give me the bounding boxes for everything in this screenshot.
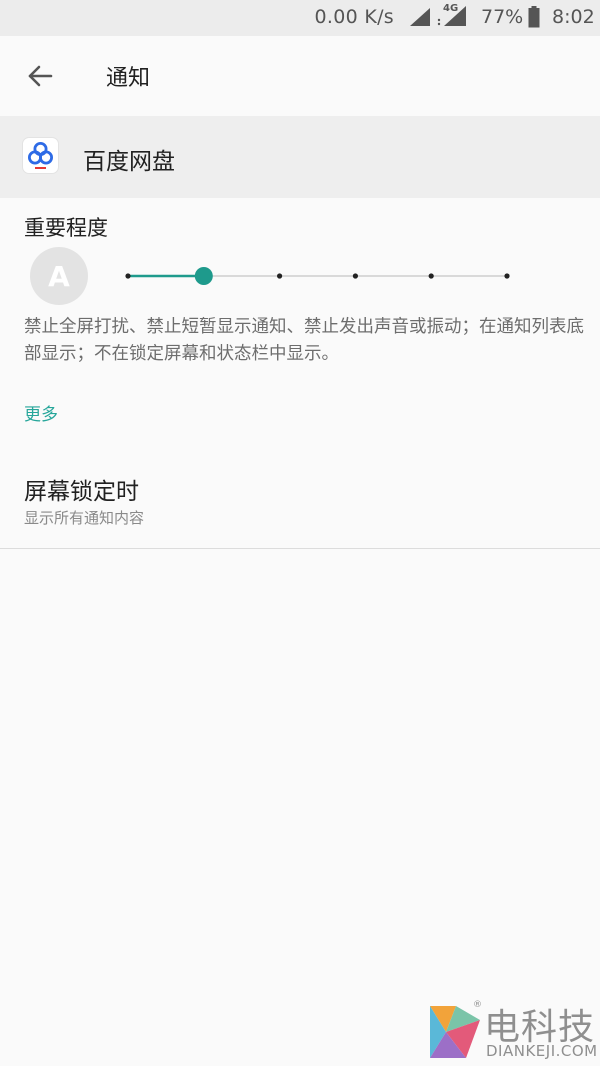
divider xyxy=(0,548,600,549)
slider-tick[interactable] xyxy=(428,273,434,279)
battery-icon xyxy=(528,6,540,28)
avatar: A xyxy=(30,247,88,305)
importance-title: 重要程度 xyxy=(24,216,108,240)
lock-screen-title: 屏幕锁定时 xyxy=(24,479,139,505)
watermark-registered: ® xyxy=(473,1000,482,1010)
baidu-netdisk-icon xyxy=(23,138,58,173)
clock: 8:02 xyxy=(552,6,595,28)
arrow-left-icon xyxy=(28,65,53,87)
app-name: 百度网盘 xyxy=(83,149,175,175)
page-title: 通知 xyxy=(106,66,151,91)
watermark-logo xyxy=(430,1006,480,1058)
watermark-url: DIANKEJI.COM xyxy=(486,1042,598,1060)
avatar-letter: A xyxy=(48,259,70,293)
toolbar: 通知 xyxy=(0,36,600,116)
app-header: 百度网盘 xyxy=(0,116,600,198)
status-bar: 0.00 K/s 4G 77% 8:02 xyxy=(0,0,600,36)
back-button[interactable] xyxy=(20,56,60,96)
lock-screen-setting[interactable]: 屏幕锁定时 显示所有通知内容 xyxy=(0,460,600,549)
lock-screen-subtitle: 显示所有通知内容 xyxy=(24,509,145,527)
slider-tick[interactable] xyxy=(277,273,283,279)
importance-slider[interactable] xyxy=(118,262,518,290)
slider-tick[interactable] xyxy=(352,273,358,279)
more-link[interactable]: 更多 xyxy=(24,400,58,425)
slider-tick[interactable] xyxy=(125,273,131,279)
network-type: 4G xyxy=(443,3,459,14)
slider-tick[interactable] xyxy=(504,273,510,279)
battery-percent: 77% xyxy=(481,6,524,28)
net-speed: 0.00 K/s xyxy=(314,6,394,28)
importance-description: 禁止全屏打扰、禁止短暂显示通知、禁止发出声音或振动；在通知列表底部显示；不在锁定… xyxy=(24,317,584,364)
slider-thumb[interactable] xyxy=(194,267,213,285)
wifi-signal-icon xyxy=(410,8,430,26)
